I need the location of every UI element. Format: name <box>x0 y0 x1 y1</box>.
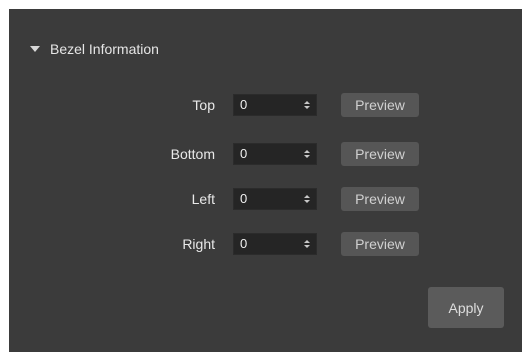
preview-top-button[interactable]: Preview <box>341 93 419 117</box>
label-left: Left <box>191 191 215 207</box>
spinner-up-icon[interactable] <box>304 150 310 153</box>
spinner-down-icon[interactable] <box>304 155 310 158</box>
preview-bottom-button[interactable]: Preview <box>341 142 419 166</box>
left-input[interactable]: 0 <box>233 188 317 210</box>
spinner-arrows-icon[interactable] <box>298 234 316 254</box>
bottom-input[interactable]: 0 <box>233 143 317 165</box>
spinner-down-icon[interactable] <box>304 245 310 248</box>
left-value[interactable]: 0 <box>240 191 247 206</box>
right-input[interactable]: 0 <box>233 233 317 255</box>
spinner-arrows-icon[interactable] <box>298 144 316 164</box>
spinner-down-icon[interactable] <box>304 200 310 203</box>
top-value[interactable]: 0 <box>240 97 247 112</box>
bottom-value[interactable]: 0 <box>240 146 247 161</box>
spinner-down-icon[interactable] <box>304 106 310 109</box>
label-right: Right <box>182 236 215 252</box>
spinner-up-icon[interactable] <box>304 240 310 243</box>
spinner-arrows-icon[interactable] <box>298 95 316 115</box>
apply-button[interactable]: Apply <box>428 287 504 328</box>
label-top: Top <box>192 97 215 113</box>
caret-down-icon[interactable] <box>30 46 40 52</box>
spinner-up-icon[interactable] <box>304 101 310 104</box>
preview-left-button[interactable]: Preview <box>341 187 419 211</box>
spinner-up-icon[interactable] <box>304 195 310 198</box>
preview-right-button[interactable]: Preview <box>341 232 419 256</box>
right-value[interactable]: 0 <box>240 236 247 251</box>
section-header-bezel-information[interactable]: Bezel Information <box>30 41 159 57</box>
top-input[interactable]: 0 <box>233 94 317 116</box>
label-bottom: Bottom <box>170 146 215 162</box>
spinner-arrows-icon[interactable] <box>298 189 316 209</box>
section-title: Bezel Information <box>50 41 159 57</box>
